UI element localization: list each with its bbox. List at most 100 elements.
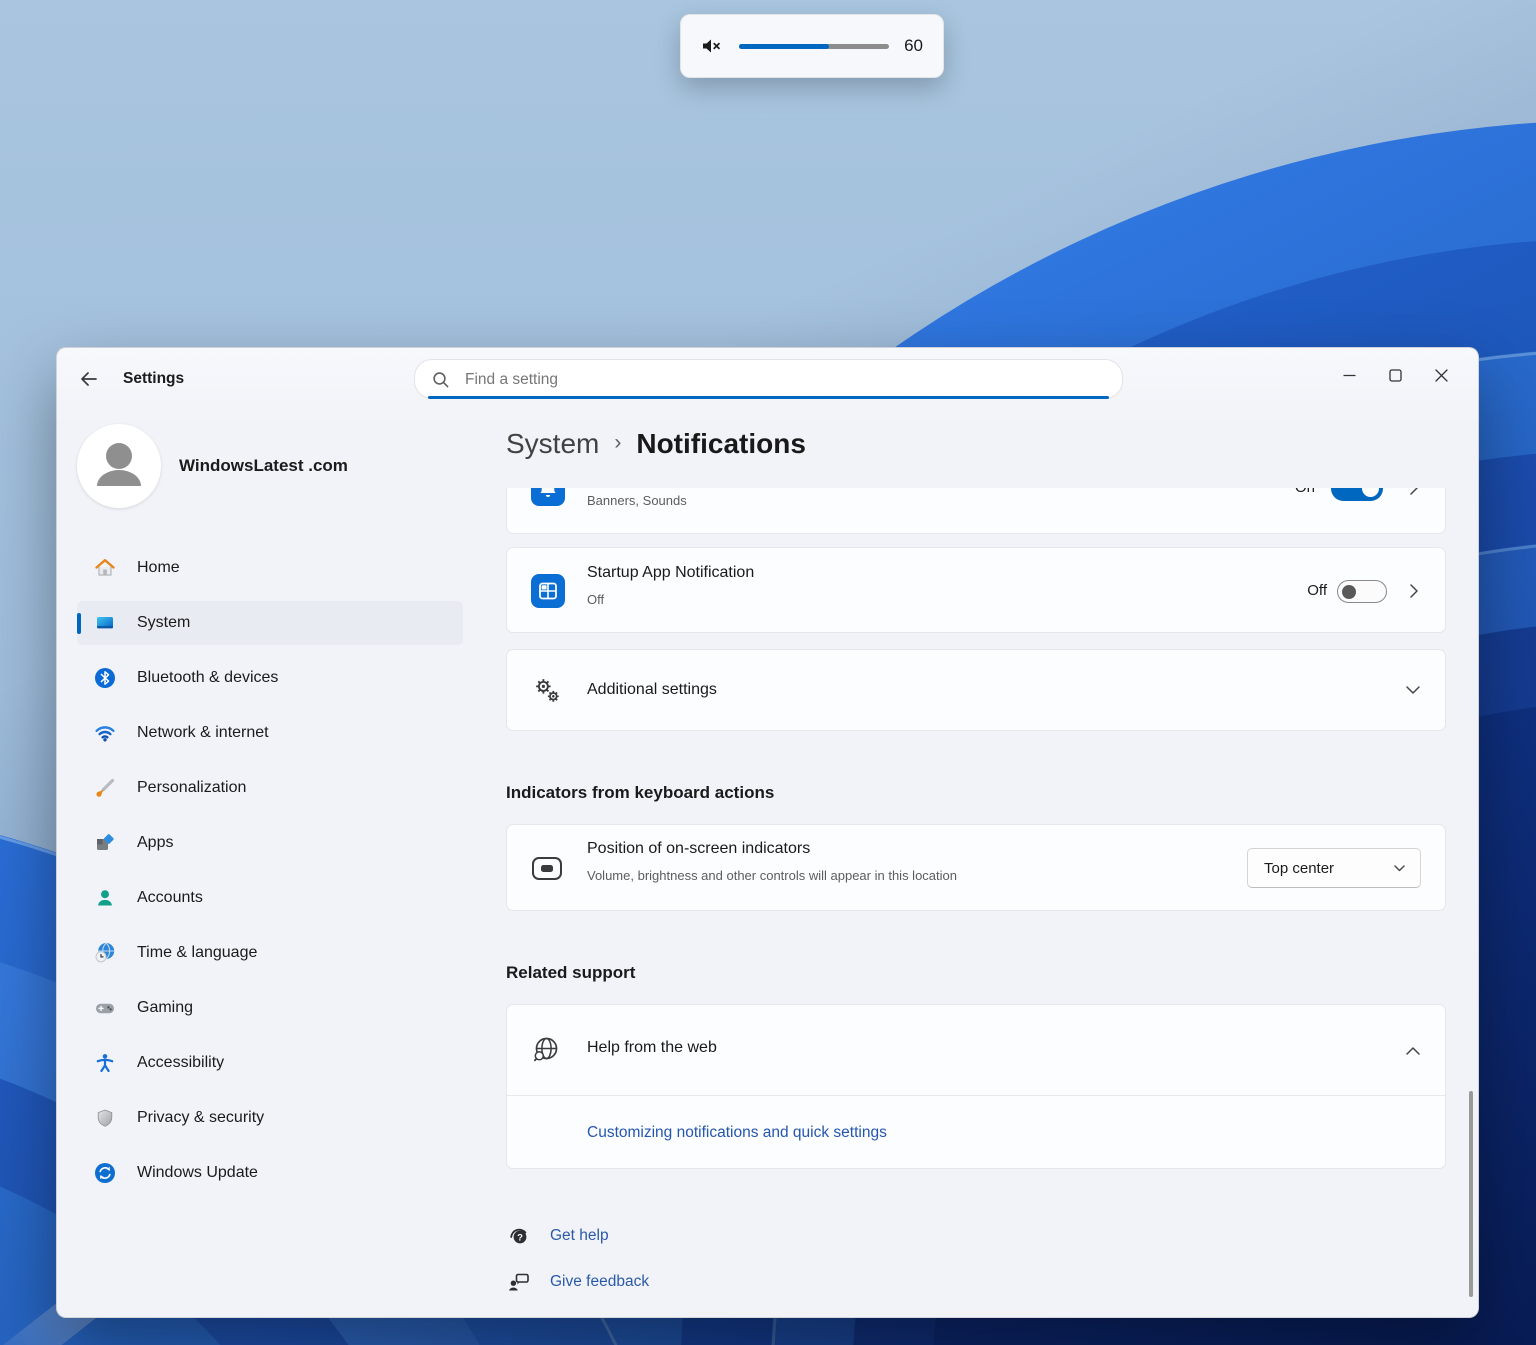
sidebar-item-label: Bluetooth & devices (137, 669, 278, 687)
sidebar-item-label: System (137, 614, 190, 632)
card-subtitle: Banners, Sounds (587, 493, 687, 508)
sidebar-item-label: Privacy & security (137, 1109, 264, 1127)
personalization-icon (93, 776, 117, 800)
sidebar-item-windows-update[interactable]: Windows Update (77, 1151, 463, 1195)
section-title-related-support: Related support (506, 963, 1446, 987)
card-subtitle: Off (587, 592, 604, 607)
sidebar-item-personalization[interactable]: Personalization (77, 766, 463, 810)
sidebar-item-label: Personalization (137, 779, 246, 797)
chevron-right-icon (1407, 488, 1421, 496)
card-title: Position of on-screen indicators (587, 840, 810, 858)
sidebar-item-system[interactable]: System (77, 601, 463, 645)
startup-app-notification-card[interactable]: Startup App Notification Off Off (506, 547, 1446, 633)
breadcrumb-separator-icon: › (614, 431, 621, 455)
give-feedback-label: Give feedback (550, 1273, 649, 1291)
home-icon (93, 556, 117, 580)
time-language-icon (93, 941, 117, 965)
card-title: Startup App Notification (587, 564, 754, 582)
dropdown-value: Top center (1264, 860, 1334, 877)
search-box[interactable] (414, 359, 1123, 399)
minimize-button[interactable] (1326, 356, 1372, 394)
toggle-knob (1342, 585, 1356, 599)
sidebar-item-time-language[interactable]: Time & language (77, 931, 463, 975)
volume-flyout: 60 (680, 14, 944, 78)
notifications-master-card[interactable]: Banners, Sounds On (506, 488, 1446, 534)
sidebar-item-label: Gaming (137, 999, 193, 1017)
vertical-scrollbar[interactable] (1469, 1091, 1473, 1297)
sidebar-item-label: Accessibility (137, 1054, 224, 1072)
back-button[interactable] (77, 367, 103, 391)
on-screen-indicator-icon (531, 856, 563, 882)
system-icon (93, 611, 117, 635)
content-scroll-area: Banners, Sounds On Startup App Notificat… (506, 488, 1446, 1317)
sidebar-item-accounts[interactable]: Accounts (77, 876, 463, 920)
sidebar-item-apps[interactable]: Apps (77, 821, 463, 865)
get-help-link[interactable]: ? Get help (506, 1221, 1446, 1251)
help-link[interactable]: Customizing notifications and quick sett… (587, 1124, 887, 1142)
get-help-label: Get help (550, 1227, 609, 1245)
breadcrumb-parent[interactable]: System (506, 428, 599, 460)
help-from-web-card: Help from the web Customizing notificati… (506, 1004, 1446, 1169)
svg-text:?: ? (517, 1232, 523, 1243)
card-title: Help from the web (587, 1039, 717, 1057)
position-indicators-card: Position of on-screen indicators Volume,… (506, 824, 1446, 911)
startup-notification-toggle[interactable] (1337, 580, 1387, 603)
search-input[interactable] (463, 360, 1108, 400)
sidebar-item-label: Home (137, 559, 180, 577)
sidebar-item-label: Windows Update (137, 1164, 258, 1182)
sidebar-item-accessibility[interactable]: Accessibility (77, 1041, 463, 1085)
toggle-knob (1362, 488, 1379, 497)
page-title: Notifications (636, 428, 806, 460)
breadcrumb: System › Notifications (506, 428, 806, 460)
get-help-icon: ? (506, 1223, 532, 1249)
maximize-button[interactable] (1372, 356, 1418, 394)
user-name: WindowsLatest .com (179, 446, 348, 486)
notification-bell-icon (531, 488, 565, 506)
sidebar-nav: Home System Bluetooth & devices (77, 546, 463, 1206)
give-feedback-icon (506, 1269, 532, 1295)
sidebar-item-label: Apps (137, 834, 173, 852)
sidebar-item-label: Network & internet (137, 724, 269, 742)
gaming-icon (93, 996, 117, 1020)
startup-app-icon (531, 574, 565, 608)
window-controls (1326, 356, 1464, 394)
toggle-state-label: Off (1307, 582, 1327, 599)
card-title: Additional settings (587, 681, 717, 699)
bluetooth-icon (93, 666, 117, 690)
avatar[interactable] (77, 424, 161, 508)
notifications-toggle[interactable] (1331, 488, 1383, 501)
additional-settings-card[interactable]: Additional settings (506, 649, 1446, 731)
sidebar-item-label: Time & language (137, 944, 257, 962)
accessibility-icon (93, 1051, 117, 1075)
volume-slider-fill (739, 44, 829, 49)
sidebar-item-bluetooth[interactable]: Bluetooth & devices (77, 656, 463, 700)
sidebar-item-label: Accounts (137, 889, 203, 907)
sidebar-item-gaming[interactable]: Gaming (77, 986, 463, 1030)
accounts-icon (93, 886, 117, 910)
globe-search-icon (531, 1035, 561, 1065)
apps-icon (93, 831, 117, 855)
volume-value: 60 (904, 36, 923, 56)
windows-update-icon (93, 1161, 117, 1185)
chevron-down-icon (1393, 863, 1406, 873)
volume-mute-icon[interactable] (699, 34, 723, 58)
gears-icon (533, 676, 563, 706)
privacy-shield-icon (93, 1106, 117, 1130)
section-title-indicators: Indicators from keyboard actions (506, 783, 1446, 807)
sidebar-item-network[interactable]: Network & internet (77, 711, 463, 755)
card-subtitle: Volume, brightness and other controls wi… (587, 868, 957, 883)
close-button[interactable] (1418, 356, 1464, 394)
network-icon (93, 721, 117, 745)
window-title: Settings (123, 370, 184, 388)
sidebar-item-privacy[interactable]: Privacy & security (77, 1096, 463, 1140)
search-icon (432, 371, 450, 389)
sidebar-item-home[interactable]: Home (77, 546, 463, 590)
chevron-down-icon (1405, 683, 1421, 697)
position-dropdown[interactable]: Top center (1247, 848, 1421, 888)
toggle-state-label: On (1295, 488, 1315, 496)
help-from-web-header[interactable]: Help from the web (507, 1005, 1445, 1095)
volume-slider[interactable] (739, 44, 889, 49)
settings-window: Settings WindowsLatest .com (56, 347, 1479, 1318)
give-feedback-link[interactable]: Give feedback (506, 1267, 1446, 1297)
chevron-right-icon (1407, 583, 1421, 599)
